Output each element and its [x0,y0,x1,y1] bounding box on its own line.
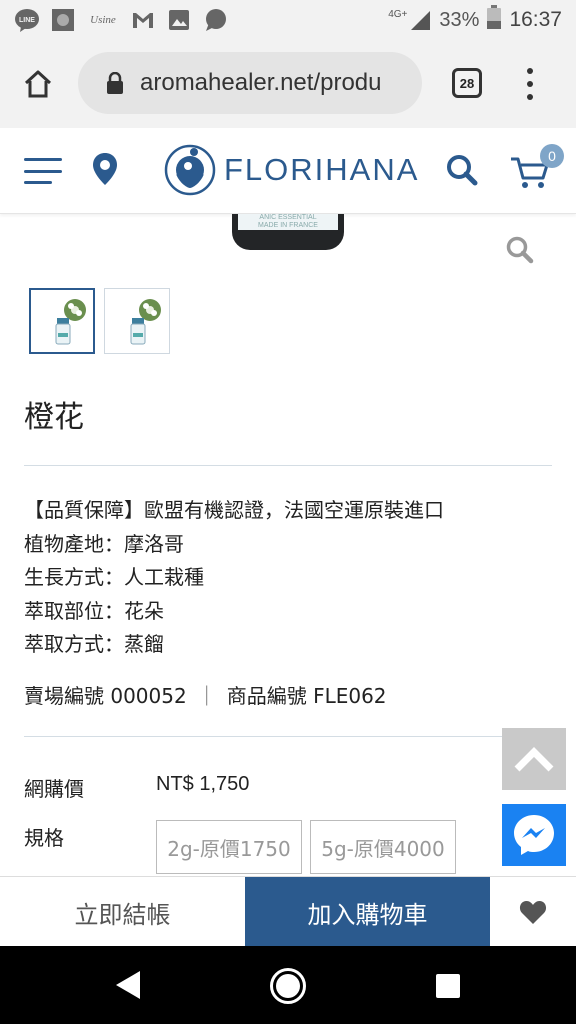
price-value: NT$ 1,750 [156,773,250,795]
site-logo[interactable]: FLORIHANA [164,144,419,196]
home-icon [24,70,52,98]
spec-option-5g[interactable]: 5g-原價4000 [310,820,456,874]
gallery-icon [166,8,192,32]
gmail-icon [130,8,156,32]
android-navigation-bar [0,946,576,1024]
product-image[interactable]: ANIC ESSENTIAL MADE IN FRANCE [232,214,344,250]
tab-switcher-button[interactable]: 28 [452,68,482,98]
messenger-icon [514,815,554,855]
battery-text: 33% [439,8,480,31]
product-thumbnail-1[interactable] [29,288,95,354]
description-line: 萃取部位：花朵 [24,598,164,623]
logo-text: FLORIHANA [224,152,420,187]
description-line: 植物產地：摩洛哥 [24,531,184,556]
scroll-to-top-button[interactable] [502,728,566,790]
back-icon[interactable] [114,970,142,1004]
code-separator: ｜ [196,684,217,708]
recent-apps-icon[interactable] [436,974,460,998]
product-thumbnail-2[interactable] [104,288,170,354]
battery-icon [487,5,502,35]
line-icon: LINE [14,8,40,32]
site-header: FLORIHANA [0,128,576,214]
thumbnail-image [130,299,161,345]
url-text: aromahealer.net/produ [140,69,382,96]
network-icon: 4G+ [388,9,431,31]
cart-count-badge: 0 [540,144,564,168]
description-line: 萃取方式：蒸餾 [24,632,164,656]
location-pin-icon[interactable] [92,152,118,190]
messenger-button[interactable] [502,804,566,866]
add-to-cart-button[interactable]: 加入購物車 [245,877,490,947]
spec-label: 規格 [24,826,64,850]
product-title: 橙花 [24,400,84,435]
product-action-bar: 立即結帳 加入購物車 [0,876,576,947]
product-code: 商品編號 FLE062 [226,684,387,708]
product-codes: 賣場編號 000052 ｜ 商品編號 FLE062 [24,680,387,709]
tab-count: 28 [459,75,475,91]
heart-icon [519,901,547,924]
description-line: 生長方式：人工栽種 [24,565,204,589]
florihana-logo-icon [164,144,216,196]
address-bar[interactable]: aromahealer.net/produ [78,52,422,114]
usine-app-icon: Usine [90,14,116,26]
description-line: 【品質保障】歐盟有機認證，法國空運原裝進口 [24,498,444,522]
status-bar: LINE Usine 4G+ 33% 16:37 [0,0,576,40]
messages-icon [202,8,228,32]
thumbnail-image [55,299,86,345]
square-app-icon [50,8,76,32]
divider [24,465,552,466]
clock: 16:37 [509,8,562,31]
price-label: 網購價 [24,777,84,801]
bottle-label: ANIC ESSENTIAL MADE IN FRANCE [238,214,338,230]
lock-icon [107,72,123,94]
zoom-icon[interactable] [506,236,534,268]
chevron-up-icon [514,747,554,772]
search-icon[interactable] [446,154,478,190]
home-nav-icon[interactable] [270,968,306,1004]
spec-option-2g[interactable]: 2g-原價1750 [156,820,302,874]
browser-toolbar: aromahealer.net/produ 28 [0,40,576,128]
product-description: 【品質保障】歐盟有機認證，法國空運原裝進口 植物產地：摩洛哥 生長方式：人工栽種… [24,494,444,662]
svg-text:LINE: LINE [19,17,35,24]
checkout-now-button[interactable]: 立即結帳 [0,877,245,947]
favorite-button[interactable] [490,877,576,947]
divider [24,736,552,737]
home-button[interactable] [0,40,76,128]
hamburger-menu-icon[interactable] [24,158,62,184]
store-code: 賣場編號 000052 [24,684,187,708]
browser-menu-button[interactable] [520,64,540,104]
